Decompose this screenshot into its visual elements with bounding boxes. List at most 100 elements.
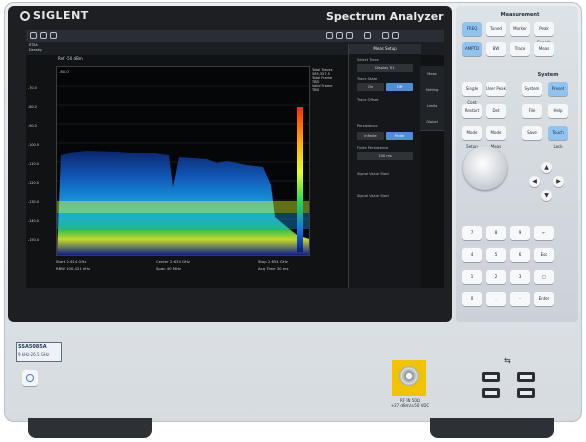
rf-input-label: RF IN 50Ω +27 dBm/±50 VDC [388,398,432,408]
y-tick-label: -100.0 [28,143,39,147]
numpad-key[interactable]: 3 [510,270,530,284]
center-freq: Center 2.634 GHz [156,259,190,264]
softtab-meas[interactable]: Meas [420,66,444,83]
freq-key[interactable]: FREQ [462,22,482,36]
tuned-key[interactable]: Tuned [486,22,506,36]
arrow-down-icon[interactable]: ▼ [541,190,552,201]
arrow-up-icon[interactable]: ▲ [541,162,552,173]
arrow-left-icon[interactable]: ◀ [529,176,540,187]
menu-label: Signal Value Start [357,194,389,198]
save-key[interactable]: Save [522,126,542,140]
touch-lock-key[interactable]: Touch Lock [548,126,568,149]
trace-on-button[interactable]: On [357,83,384,91]
brand-logo: SIGLENT [20,9,89,22]
menu-label: Signal Value Start [357,172,389,176]
model-name: SSA5085A [18,344,47,350]
trace-key[interactable]: Trace [510,42,530,56]
screen-topbar [26,30,444,42]
numpad-key[interactable]: □ [534,270,554,284]
numpad-key[interactable]: 4 [462,248,482,262]
softtab-limits[interactable]: Limits [420,98,444,115]
numpad-key[interactable]: - [510,292,530,306]
numpad-key[interactable]: 0 [462,292,482,306]
stop-freq: Stop 2.654 GHz [258,259,288,264]
peak-search-key[interactable]: Peak Search [534,22,554,45]
camera-icon[interactable] [326,32,333,39]
amptd-key[interactable]: AMPTD [462,42,482,56]
marker-key[interactable]: Marker [510,22,530,36]
list-icon[interactable] [382,32,389,39]
settings-icon[interactable] [364,32,371,39]
redo-icon[interactable] [50,32,57,39]
numpad-key[interactable]: 1 [462,270,482,284]
user-peak-key[interactable]: User Peak [486,82,506,96]
numpad-enter-key[interactable]: Enter [534,292,554,306]
numpad-key[interactable]: 9 [510,226,530,240]
display-trace-button[interactable]: Display Tr1 [357,64,413,72]
menu-label: Trace State [357,77,378,81]
grid-icon[interactable] [392,32,399,39]
rf-spec: +27 dBm/±50 VDC [390,403,430,408]
help-key[interactable]: Help [548,104,568,118]
usb-port[interactable] [482,372,500,382]
density-spectrogram [57,85,309,255]
view-label: Density [29,48,42,52]
persist-infinite-button[interactable]: Infinite [357,132,384,140]
power-icon[interactable] [346,32,353,39]
acq-time: Acq Time 30 ms [258,266,289,271]
persist-finite-button[interactable]: Finite [386,132,413,140]
y-tick-label: -60.0 [59,69,69,74]
system-key[interactable]: System [522,82,542,96]
rbw: RBW 100.421 kHz [56,266,91,271]
system-section-label: System [537,72,559,78]
ref-level: Ref -50 dBm [58,56,83,61]
mode-meas-key[interactable]: Mode Meas [486,126,506,149]
persistence-value-button[interactable]: 100 ms [357,152,413,160]
numpad-key[interactable]: 8 [486,226,506,240]
mode-label: RTSA [29,43,38,47]
single-cont-key[interactable]: Single Cont [462,82,482,105]
rotary-knob[interactable] [463,146,507,190]
numpad-key[interactable]: 2 [486,270,506,284]
menu-icon[interactable] [30,32,37,39]
restart-key[interactable]: Restart [462,104,482,118]
rf-connector[interactable] [399,366,419,386]
undo-icon[interactable] [40,32,47,39]
frequency-range: 9 kHz-26.5 GHz [18,352,50,357]
right-foot [430,418,554,438]
meas-key[interactable]: Meas [534,42,554,56]
y-tick-label: -120.0 [28,181,39,185]
softtab-global[interactable]: Global [420,114,444,131]
bw-key[interactable]: BW [486,42,506,56]
measurement-section-label: Measurement [500,12,540,18]
mode-setup-key[interactable]: Mode Setup [462,126,482,149]
clock-icon[interactable] [336,32,343,39]
y-tick-label: -80.0 [28,105,37,109]
menu-label: Finite Persistence [357,146,389,150]
file-key[interactable]: File [522,104,542,118]
trace-off-button[interactable]: Off [386,83,413,91]
readout-panel: Total Traces 585,357.5 Total Frame TBD V… [312,68,346,92]
usb-port[interactable] [517,388,535,398]
display-screen[interactable]: RTSA Density Ref -50 dBm -60.0 -70.0 -80… [26,30,444,288]
numpad-key[interactable]: . [486,292,506,306]
usb-port[interactable] [482,388,500,398]
y-tick-label: -70.0 [28,86,37,90]
siglent-logo-icon [20,11,30,21]
usb-port[interactable] [517,372,535,382]
numpad-key[interactable]: 6 [510,248,530,262]
menu-label: Persistence [357,124,378,128]
brand-name: SIGLENT [33,9,89,22]
preset-key[interactable]: Preset [548,82,568,96]
det-key[interactable]: Det [486,104,506,118]
numpad-key[interactable]: 5 [486,248,506,262]
arrow-right-icon[interactable]: ▶ [553,176,564,187]
power-button[interactable] [22,370,38,386]
numpad-key[interactable]: Esc [534,248,554,262]
numpad-key[interactable]: ← [534,226,554,240]
numpad-key[interactable]: 7 [462,226,482,240]
softtab-setting[interactable]: Setting [420,82,444,99]
spectrum-plot[interactable]: -60.0 [56,66,310,256]
y-tick-label: -150.0 [28,238,39,242]
y-tick-label: -110.0 [28,162,39,166]
